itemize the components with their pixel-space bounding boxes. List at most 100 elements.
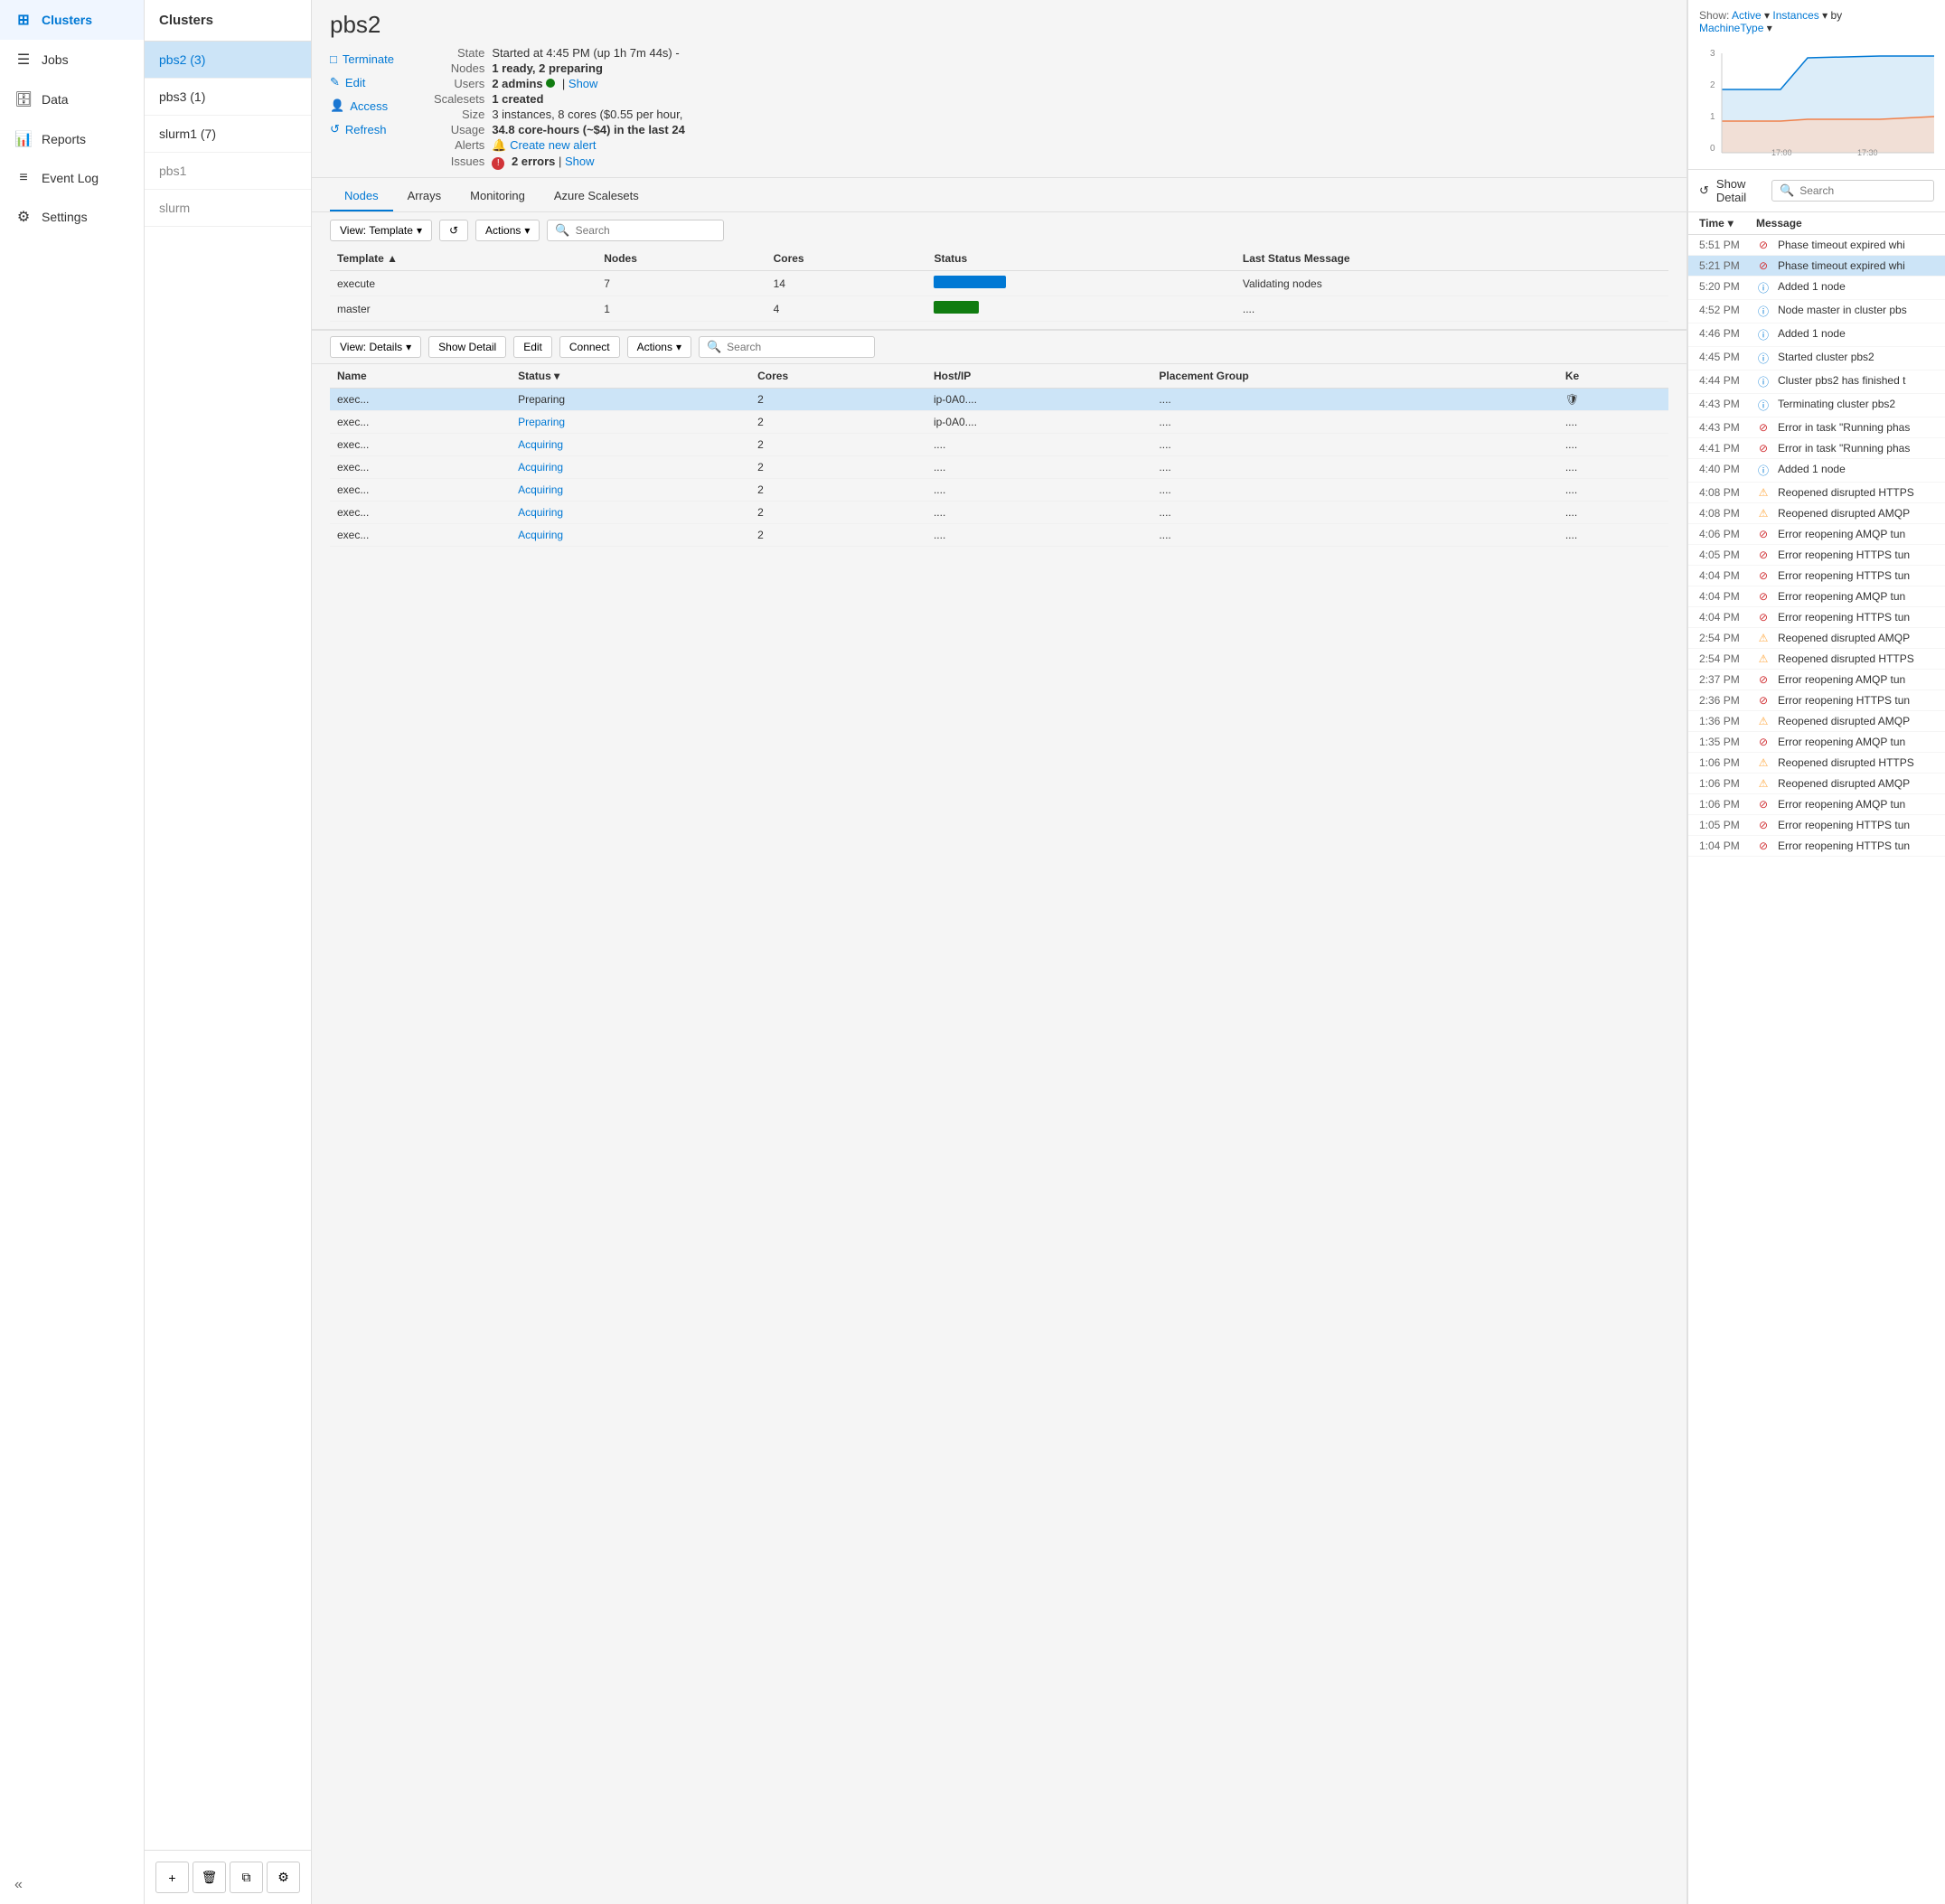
view-details-button[interactable]: View: Details ▾ [330,336,421,358]
event-time: 1:35 PM [1699,736,1749,748]
data-icon: 🗄 [14,90,33,108]
users-show-link[interactable]: Show [568,77,598,90]
event-list-item[interactable]: 4:05 PM ⊘ Error reopening HTTPS tun [1688,545,1945,566]
copy-cluster-button[interactable]: ⧉ [230,1862,263,1893]
access-button[interactable]: 👤 Access [330,96,394,116]
lower-table-row[interactable]: exec... Acquiring 2 .... .... .... [330,502,1668,524]
upper-search-input[interactable] [576,224,716,237]
sidebar-item-clusters[interactable]: ⊞ Clusters [0,0,144,40]
show-detail-button[interactable]: Show Detail [428,336,506,358]
chart-instances-link[interactable]: Instances [1772,9,1818,22]
delete-cluster-button[interactable]: 🗑 [193,1862,226,1893]
event-list-item[interactable]: 1:36 PM ⚠ Reopened disrupted AMQP [1688,711,1945,732]
cell-name: exec... [330,502,511,524]
event-time: 5:20 PM [1699,280,1749,295]
cluster-header: pbs2 □ Terminate ✎ Edit 👤 Access [312,0,1687,178]
svg-text:2: 2 [1710,80,1715,90]
event-list-item[interactable]: 5:21 PM ⊘ Phase timeout expired whi [1688,256,1945,277]
upper-table-row[interactable]: master 1 4 .... [330,296,1668,322]
cluster-list-item-pbs1[interactable]: pbs1 [145,153,311,190]
event-list-item[interactable]: 1:05 PM ⊘ Error reopening HTTPS tun [1688,815,1945,836]
cell-ke: .... [1558,456,1668,479]
event-message: Terminating cluster pbs2 [1778,398,1934,413]
info-icon: ⓘ [1758,399,1769,412]
event-list-item[interactable]: 1:06 PM ⊘ Error reopening AMQP tun [1688,794,1945,815]
cluster-list-item-slurm1[interactable]: slurm1 (7) [145,116,311,153]
cell-message: .... [1236,296,1668,322]
create-alert-link[interactable]: Create new alert [510,138,596,152]
lower-search-input[interactable] [727,341,867,353]
lower-table-row[interactable]: exec... Acquiring 2 .... .... .... [330,524,1668,547]
event-list-item[interactable]: 1:06 PM ⚠ Reopened disrupted AMQP [1688,774,1945,794]
lower-table-row[interactable]: exec... Preparing 2 ip-0A0.... .... .... [330,411,1668,434]
sidebar-item-settings[interactable]: ⚙ Settings [0,197,144,237]
sidebar-item-eventlog[interactable]: ≡ Event Log [0,159,144,197]
sidebar-item-data[interactable]: 🗄 Data [0,80,144,119]
cluster-list-item-pbs3[interactable]: pbs3 (1) [145,79,311,116]
lower-actions-button[interactable]: Actions ▾ [627,336,691,358]
tab-azure-scalesets[interactable]: Azure Scalesets [540,182,653,211]
event-list-item[interactable]: 2:36 PM ⊘ Error reopening HTTPS tun [1688,690,1945,711]
show-detail-label[interactable]: Show Detail [1716,177,1764,204]
event-list-item[interactable]: 4:52 PM ⓘ Node master in cluster pbs [1688,300,1945,324]
add-cluster-button[interactable]: + [155,1862,189,1893]
event-list-item[interactable]: 4:04 PM ⊘ Error reopening HTTPS tun [1688,566,1945,586]
edit-instance-button[interactable]: Edit [513,336,552,358]
actions-button[interactable]: Actions ▾ [475,220,540,241]
sidebar-item-jobs[interactable]: ☰ Jobs [0,40,144,80]
terminate-button[interactable]: □ Terminate [330,50,394,69]
event-search-input[interactable] [1799,184,1926,197]
event-list-item[interactable]: 4:08 PM ⚠ Reopened disrupted AMQP [1688,503,1945,524]
event-list-item[interactable]: 4:08 PM ⚠ Reopened disrupted HTTPS [1688,483,1945,503]
event-list-item[interactable]: 4:40 PM ⓘ Added 1 node [1688,459,1945,483]
cluster-list-item-pbs2[interactable]: pbs2 (3) [145,42,311,79]
cluster-settings-button[interactable]: ⚙ [267,1862,300,1893]
event-col-time[interactable]: Time ▾ [1699,217,1749,230]
event-list-item[interactable]: 1:06 PM ⚠ Reopened disrupted HTTPS [1688,753,1945,774]
cell-name: exec... [330,389,511,411]
event-list-item[interactable]: 2:54 PM ⚠ Reopened disrupted AMQP [1688,628,1945,649]
event-list-item[interactable]: 4:04 PM ⊘ Error reopening AMQP tun [1688,586,1945,607]
lower-table-row[interactable]: exec... Acquiring 2 .... .... .... [330,479,1668,502]
lower-table-row[interactable]: exec... Acquiring 2 .... .... .... [330,434,1668,456]
sidebar-collapse-button[interactable]: « [14,1877,23,1892]
event-list-item[interactable]: 4:41 PM ⊘ Error in task "Running phas [1688,438,1945,459]
issues-show-link[interactable]: Show [565,155,595,168]
lower-table-row[interactable]: exec... Preparing 2 ip-0A0.... .... 🛡 [330,389,1668,411]
cluster-list-item-slurm[interactable]: slurm [145,190,311,227]
event-list-item[interactable]: 5:20 PM ⓘ Added 1 node [1688,277,1945,300]
view-template-button[interactable]: View: Template ▾ [330,220,432,241]
tab-arrays[interactable]: Arrays [393,182,456,211]
col-template[interactable]: Template ▲ [330,247,597,271]
warning-icon: ⚠ [1759,777,1769,790]
chart-machinetype-link[interactable]: MachineType [1699,22,1763,34]
event-list-item[interactable]: 4:06 PM ⊘ Error reopening AMQP tun [1688,524,1945,545]
event-list-item[interactable]: 4:44 PM ⓘ Cluster pbs2 has finished t [1688,370,1945,394]
tab-nodes[interactable]: Nodes [330,182,393,211]
event-list-item[interactable]: 4:46 PM ⓘ Added 1 node [1688,324,1945,347]
refresh-nodes-button[interactable]: ↺ [439,220,468,241]
event-list-item[interactable]: 4:43 PM ⓘ Terminating cluster pbs2 [1688,394,1945,417]
refresh-button[interactable]: ↺ Refresh [330,119,394,139]
cell-ke: .... [1558,434,1668,456]
connect-button[interactable]: Connect [559,336,620,358]
cell-host: .... [926,479,1151,502]
tab-monitoring[interactable]: Monitoring [456,182,540,211]
event-list-item[interactable]: 1:04 PM ⊘ Error reopening HTTPS tun [1688,836,1945,857]
event-log-refresh-icon[interactable]: ↺ [1699,183,1709,198]
event-list-item[interactable]: 5:51 PM ⊘ Phase timeout expired whi [1688,235,1945,256]
event-list-item[interactable]: 1:35 PM ⊘ Error reopening AMQP tun [1688,732,1945,753]
event-list-item[interactable]: 2:37 PM ⊘ Error reopening AMQP tun [1688,670,1945,690]
error-icon: ⊘ [1759,259,1768,272]
edit-button[interactable]: ✎ Edit [330,72,394,92]
event-list-item[interactable]: 4:45 PM ⓘ Started cluster pbs2 [1688,347,1945,370]
chart-active-link[interactable]: Active [1732,9,1762,22]
event-list-item[interactable]: 4:43 PM ⊘ Error in task "Running phas [1688,417,1945,438]
error-icon: ⊘ [1759,528,1768,540]
upper-table-row[interactable]: execute 7 14 Validating nodes [330,271,1668,296]
event-list-item[interactable]: 2:54 PM ⚠ Reopened disrupted HTTPS [1688,649,1945,670]
sidebar-item-reports[interactable]: 📊 Reports [0,119,144,159]
lower-table-row[interactable]: exec... Acquiring 2 .... .... .... [330,456,1668,479]
event-list-item[interactable]: 4:04 PM ⊘ Error reopening HTTPS tun [1688,607,1945,628]
cell-host: .... [926,524,1151,547]
